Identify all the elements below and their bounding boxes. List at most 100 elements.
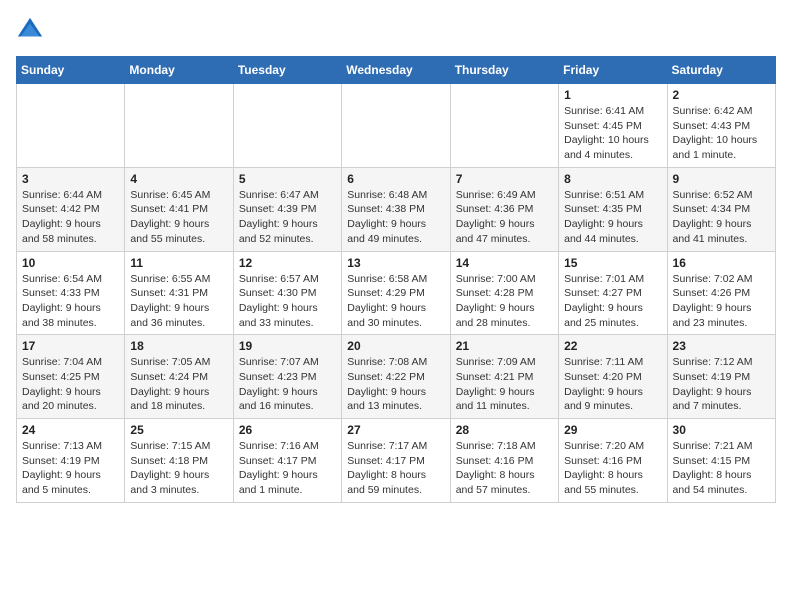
day-number: 14 [456, 256, 553, 270]
day-info: Sunrise: 7:13 AM Sunset: 4:19 PM Dayligh… [22, 439, 119, 498]
day-number: 23 [673, 339, 770, 353]
day-info: Sunrise: 7:04 AM Sunset: 4:25 PM Dayligh… [22, 355, 119, 414]
day-number: 4 [130, 172, 227, 186]
calendar-cell: 23 Sunrise: 7:12 AM Sunset: 4:19 PM Dayli… [667, 335, 775, 419]
calendar-cell [342, 84, 450, 168]
logo-icon [16, 16, 44, 44]
day-number: 28 [456, 423, 553, 437]
calendar-cell: 5 Sunrise: 6:47 AM Sunset: 4:39 PM Daylig… [233, 167, 341, 251]
calendar-cell [233, 84, 341, 168]
calendar-cell [17, 84, 125, 168]
day-info: Sunrise: 6:48 AM Sunset: 4:38 PM Dayligh… [347, 188, 444, 247]
calendar-cell: 18 Sunrise: 7:05 AM Sunset: 4:24 PM Dayli… [125, 335, 233, 419]
calendar-cell: 1 Sunrise: 6:41 AM Sunset: 4:45 PM Daylig… [559, 84, 667, 168]
calendar-cell: 13 Sunrise: 6:58 AM Sunset: 4:29 PM Dayli… [342, 251, 450, 335]
day-number: 6 [347, 172, 444, 186]
calendar-cell: 16 Sunrise: 7:02 AM Sunset: 4:26 PM Dayli… [667, 251, 775, 335]
day-number: 9 [673, 172, 770, 186]
day-number: 13 [347, 256, 444, 270]
day-info: Sunrise: 6:47 AM Sunset: 4:39 PM Dayligh… [239, 188, 336, 247]
day-info: Sunrise: 7:09 AM Sunset: 4:21 PM Dayligh… [456, 355, 553, 414]
calendar-cell [125, 84, 233, 168]
calendar-cell: 3 Sunrise: 6:44 AM Sunset: 4:42 PM Daylig… [17, 167, 125, 251]
calendar-cell: 9 Sunrise: 6:52 AM Sunset: 4:34 PM Daylig… [667, 167, 775, 251]
day-info: Sunrise: 7:18 AM Sunset: 4:16 PM Dayligh… [456, 439, 553, 498]
calendar-cell: 19 Sunrise: 7:07 AM Sunset: 4:23 PM Dayli… [233, 335, 341, 419]
calendar-cell: 29Sunrise: 7:20 AM Sunset: 4:16 PM Dayli… [559, 419, 667, 503]
calendar-cell: 24 Sunrise: 7:13 AM Sunset: 4:19 PM Dayli… [17, 419, 125, 503]
calendar-cell: 21 Sunrise: 7:09 AM Sunset: 4:21 PM Dayli… [450, 335, 558, 419]
day-info: Sunrise: 6:44 AM Sunset: 4:42 PM Dayligh… [22, 188, 119, 247]
logo [16, 16, 48, 44]
calendar-cell: 14 Sunrise: 7:00 AM Sunset: 4:28 PM Dayli… [450, 251, 558, 335]
day-info: Sunrise: 7:00 AM Sunset: 4:28 PM Dayligh… [456, 272, 553, 331]
day-info: Sunrise: 6:51 AM Sunset: 4:35 PM Dayligh… [564, 188, 661, 247]
calendar-cell: 17 Sunrise: 7:04 AM Sunset: 4:25 PM Dayli… [17, 335, 125, 419]
day-number: 16 [673, 256, 770, 270]
day-number: 18 [130, 339, 227, 353]
weekday-header: Sunday [17, 57, 125, 84]
calendar-cell: 22Sunrise: 7:11 AM Sunset: 4:20 PM Dayli… [559, 335, 667, 419]
weekday-header: Tuesday [233, 57, 341, 84]
day-number: 3 [22, 172, 119, 186]
day-number: 30 [673, 423, 770, 437]
calendar-week-row: 1 Sunrise: 6:41 AM Sunset: 4:45 PM Daylig… [17, 84, 776, 168]
day-info: Sunrise: 7:20 AM Sunset: 4:16 PM Dayligh… [564, 439, 661, 498]
calendar-week-row: 24 Sunrise: 7:13 AM Sunset: 4:19 PM Dayli… [17, 419, 776, 503]
day-number: 10 [22, 256, 119, 270]
day-number: 26 [239, 423, 336, 437]
day-info: Sunrise: 7:07 AM Sunset: 4:23 PM Dayligh… [239, 355, 336, 414]
day-info: Sunrise: 6:58 AM Sunset: 4:29 PM Dayligh… [347, 272, 444, 331]
calendar-cell: 12Sunrise: 6:57 AM Sunset: 4:30 PM Dayli… [233, 251, 341, 335]
calendar-cell: 15Sunrise: 7:01 AM Sunset: 4:27 PM Dayli… [559, 251, 667, 335]
calendar-week-row: 3 Sunrise: 6:44 AM Sunset: 4:42 PM Daylig… [17, 167, 776, 251]
day-number: 11 [130, 256, 227, 270]
calendar-cell: 30 Sunrise: 7:21 AM Sunset: 4:15 PM Dayli… [667, 419, 775, 503]
day-number: 20 [347, 339, 444, 353]
day-info: Sunrise: 6:42 AM Sunset: 4:43 PM Dayligh… [673, 104, 770, 163]
calendar-cell: 26 Sunrise: 7:16 AM Sunset: 4:17 PM Dayli… [233, 419, 341, 503]
calendar-cell: 4 Sunrise: 6:45 AM Sunset: 4:41 PM Daylig… [125, 167, 233, 251]
calendar-cell: 25Sunrise: 7:15 AM Sunset: 4:18 PM Dayli… [125, 419, 233, 503]
calendar-cell: 11 Sunrise: 6:55 AM Sunset: 4:31 PM Dayli… [125, 251, 233, 335]
calendar-table: SundayMondayTuesdayWednesdayThursdayFrid… [16, 56, 776, 503]
day-info: Sunrise: 6:41 AM Sunset: 4:45 PM Dayligh… [564, 104, 661, 163]
day-info: Sunrise: 7:08 AM Sunset: 4:22 PM Dayligh… [347, 355, 444, 414]
day-info: Sunrise: 7:21 AM Sunset: 4:15 PM Dayligh… [673, 439, 770, 498]
calendar-cell: 2Sunrise: 6:42 AM Sunset: 4:43 PM Daylig… [667, 84, 775, 168]
day-info: Sunrise: 7:16 AM Sunset: 4:17 PM Dayligh… [239, 439, 336, 498]
calendar-cell: 6 Sunrise: 6:48 AM Sunset: 4:38 PM Daylig… [342, 167, 450, 251]
calendar-cell: 20 Sunrise: 7:08 AM Sunset: 4:22 PM Dayli… [342, 335, 450, 419]
day-info: Sunrise: 6:49 AM Sunset: 4:36 PM Dayligh… [456, 188, 553, 247]
calendar-week-row: 17 Sunrise: 7:04 AM Sunset: 4:25 PM Dayli… [17, 335, 776, 419]
day-info: Sunrise: 7:02 AM Sunset: 4:26 PM Dayligh… [673, 272, 770, 331]
weekday-header: Friday [559, 57, 667, 84]
day-info: Sunrise: 6:45 AM Sunset: 4:41 PM Dayligh… [130, 188, 227, 247]
day-info: Sunrise: 6:57 AM Sunset: 4:30 PM Dayligh… [239, 272, 336, 331]
day-number: 27 [347, 423, 444, 437]
weekday-header: Wednesday [342, 57, 450, 84]
day-info: Sunrise: 7:05 AM Sunset: 4:24 PM Dayligh… [130, 355, 227, 414]
day-number: 15 [564, 256, 661, 270]
day-info: Sunrise: 7:17 AM Sunset: 4:17 PM Dayligh… [347, 439, 444, 498]
day-info: Sunrise: 6:52 AM Sunset: 4:34 PM Dayligh… [673, 188, 770, 247]
day-number: 19 [239, 339, 336, 353]
calendar-cell: 8 Sunrise: 6:51 AM Sunset: 4:35 PM Daylig… [559, 167, 667, 251]
day-number: 7 [456, 172, 553, 186]
day-number: 24 [22, 423, 119, 437]
day-info: Sunrise: 7:12 AM Sunset: 4:19 PM Dayligh… [673, 355, 770, 414]
calendar-week-row: 10Sunrise: 6:54 AM Sunset: 4:33 PM Dayli… [17, 251, 776, 335]
calendar-cell: 28 Sunrise: 7:18 AM Sunset: 4:16 PM Dayli… [450, 419, 558, 503]
page-header [16, 16, 776, 44]
day-number: 17 [22, 339, 119, 353]
day-info: Sunrise: 7:11 AM Sunset: 4:20 PM Dayligh… [564, 355, 661, 414]
weekday-header: Saturday [667, 57, 775, 84]
day-number: 1 [564, 88, 661, 102]
day-number: 5 [239, 172, 336, 186]
calendar-cell: 10Sunrise: 6:54 AM Sunset: 4:33 PM Dayli… [17, 251, 125, 335]
day-number: 21 [456, 339, 553, 353]
calendar-header-row: SundayMondayTuesdayWednesdayThursdayFrid… [17, 57, 776, 84]
day-number: 8 [564, 172, 661, 186]
day-info: Sunrise: 7:15 AM Sunset: 4:18 PM Dayligh… [130, 439, 227, 498]
day-info: Sunrise: 6:55 AM Sunset: 4:31 PM Dayligh… [130, 272, 227, 331]
